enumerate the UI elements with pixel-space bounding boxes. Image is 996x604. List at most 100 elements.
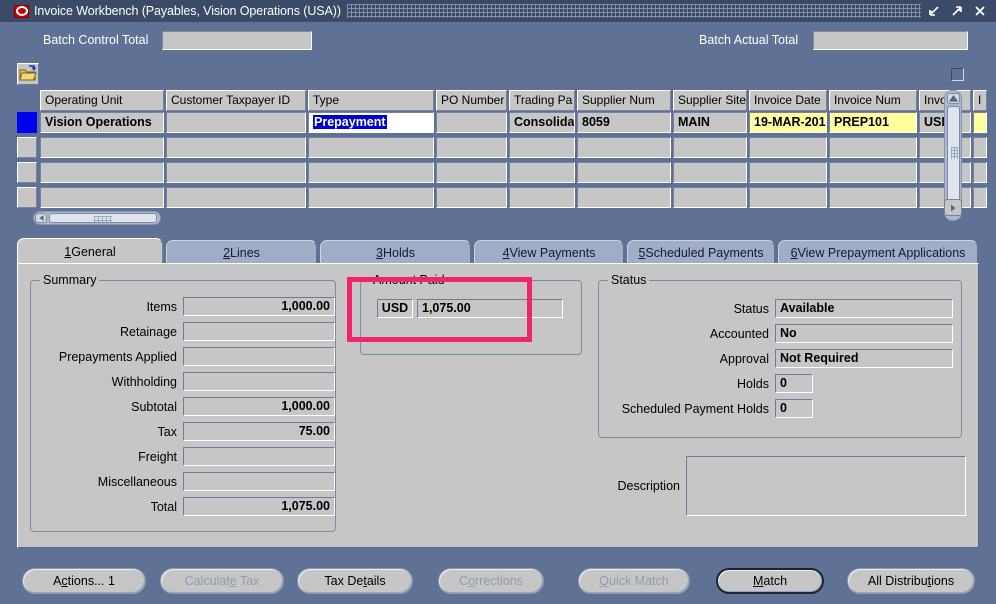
amount-paid-amount-field[interactable]: 1,075.00 [417, 299, 563, 318]
grid-column-header[interactable]: I [973, 90, 987, 111]
grid-cell[interactable] [166, 112, 306, 133]
grid-cell[interactable] [749, 187, 827, 208]
grid-cell[interactable] [973, 162, 987, 183]
grid-column-header[interactable]: Type [308, 90, 434, 111]
grid-column-header[interactable]: Invoice Date [749, 90, 827, 111]
grid-cell[interactable] [308, 137, 434, 158]
row-selector[interactable] [17, 162, 37, 183]
summary-field-value[interactable]: 1,000.00 [183, 397, 335, 416]
grid-cell[interactable] [829, 137, 917, 158]
close-icon[interactable] [973, 4, 987, 18]
open-folder-icon[interactable] [17, 63, 39, 85]
grid-column-header[interactable]: Supplier Site [673, 90, 747, 111]
grid-horizontal-scrollbar[interactable] [33, 211, 161, 225]
grid-column-header[interactable]: PO Number [436, 90, 507, 111]
status-field-value[interactable]: Not Required [775, 349, 953, 368]
grid-cell[interactable] [308, 187, 434, 208]
scroll-thumb-vertical[interactable] [947, 106, 960, 202]
grid-cell[interactable]: Prepayment [308, 112, 434, 133]
grid-cell[interactable] [40, 187, 164, 208]
table-row[interactable]: Vision Operations Prepayment Consolida 8059… [17, 112, 989, 135]
tax-details-button[interactable]: Tax Details [297, 568, 413, 594]
grid-cell[interactable]: 8059 [577, 112, 671, 133]
row-selector[interactable] [17, 187, 37, 208]
grid-cell[interactable] [436, 137, 507, 158]
grid-cell[interactable] [436, 112, 507, 133]
grid-cell[interactable] [166, 187, 306, 208]
tab-view-payments[interactable]: 4 View Payments [474, 240, 624, 264]
tab-label: General [71, 244, 116, 259]
header-checkbox[interactable] [951, 68, 964, 81]
grid-cell[interactable] [509, 187, 575, 208]
batch-actual-total-input[interactable] [813, 31, 968, 50]
status-field-value[interactable]: Available [775, 299, 953, 318]
batch-control-total-input[interactable] [162, 31, 312, 50]
tab-view-prepayment-applications[interactable]: 6 View Prepayment Applications [778, 240, 978, 264]
summary-field-value[interactable]: 75.00 [183, 422, 335, 441]
grid-cell[interactable] [973, 112, 987, 133]
amount-paid-currency-field[interactable]: USD [377, 299, 413, 318]
grid-cell[interactable]: Consolida [509, 112, 575, 133]
grid-column-header[interactable]: Operating Unit [40, 90, 164, 111]
tab-lines[interactable]: 2 Lines [166, 240, 317, 264]
maximize-icon[interactable] [950, 4, 964, 18]
grid-cell[interactable] [829, 162, 917, 183]
summary-field-value[interactable] [183, 322, 335, 341]
summary-field-value[interactable]: 1,075.00 [183, 497, 335, 516]
grid-cell[interactable] [973, 137, 987, 158]
grid-column-header[interactable]: Supplier Num [577, 90, 671, 111]
grid-cell[interactable]: PREP101 [829, 112, 917, 133]
grid-column-header[interactable]: Customer Taxpayer ID [166, 90, 306, 111]
summary-field-value[interactable] [183, 372, 335, 391]
grid-cell[interactable] [166, 162, 306, 183]
grid-cell[interactable] [436, 187, 507, 208]
status-field-value[interactable]: No [775, 324, 953, 343]
grid-cell[interactable]: Vision Operations [40, 112, 164, 133]
grid-cell[interactable] [673, 187, 747, 208]
table-row[interactable] [17, 137, 989, 160]
grid-column-header[interactable]: Invoice Num [829, 90, 917, 111]
table-row[interactable] [17, 162, 989, 185]
grid-cell[interactable] [40, 137, 164, 158]
summary-field-value[interactable]: 1,000.00 [183, 297, 335, 316]
grid-cell[interactable] [577, 187, 671, 208]
all-distributions-button[interactable]: All Distributions [847, 568, 975, 594]
description-field[interactable] [686, 456, 966, 516]
grid-cell[interactable] [829, 187, 917, 208]
actions-button[interactable]: Actions... 1 [22, 568, 146, 594]
grid-cell[interactable]: 19-MAR-201 [749, 112, 827, 133]
row-selector[interactable] [17, 112, 37, 133]
table-row[interactable] [17, 187, 989, 210]
grid-cell[interactable]: MAIN [673, 112, 747, 133]
grid-scroll-down-button[interactable] [944, 199, 962, 216]
status-row: Accounted No [605, 324, 953, 343]
row-selector[interactable] [17, 137, 37, 158]
match-button[interactable]: Match [716, 568, 824, 594]
grid-cell[interactable] [436, 162, 507, 183]
grid-cell[interactable] [973, 187, 987, 208]
grid-cell[interactable] [308, 162, 434, 183]
grid-cell[interactable] [40, 162, 164, 183]
summary-field-value[interactable] [183, 347, 335, 366]
tab-scheduled-payments[interactable]: 5 Scheduled Payments [627, 240, 775, 264]
grid-cell[interactable] [577, 162, 671, 183]
grid-cell[interactable] [166, 137, 306, 158]
grid-cell[interactable] [673, 162, 747, 183]
summary-field-value[interactable] [183, 472, 335, 491]
scroll-thumb-horizontal[interactable] [49, 213, 157, 223]
grid-cell[interactable] [673, 137, 747, 158]
status-field-value[interactable]: 0 [775, 374, 813, 393]
grid-cell[interactable] [749, 162, 827, 183]
scroll-left-icon[interactable] [35, 213, 47, 223]
status-field-value[interactable]: 0 [775, 399, 813, 418]
restore-icon[interactable] [927, 4, 941, 18]
grid-cell[interactable] [509, 137, 575, 158]
summary-field-value[interactable] [183, 447, 335, 466]
grid-column-header[interactable]: Trading Pa [509, 90, 575, 111]
tab-holds[interactable]: 3 Holds [320, 240, 471, 264]
tab-general[interactable]: 1 General [17, 238, 163, 264]
grid-cell[interactable] [577, 137, 671, 158]
grid-cell[interactable] [509, 162, 575, 183]
scroll-up-icon[interactable] [947, 93, 960, 104]
grid-cell[interactable] [749, 137, 827, 158]
